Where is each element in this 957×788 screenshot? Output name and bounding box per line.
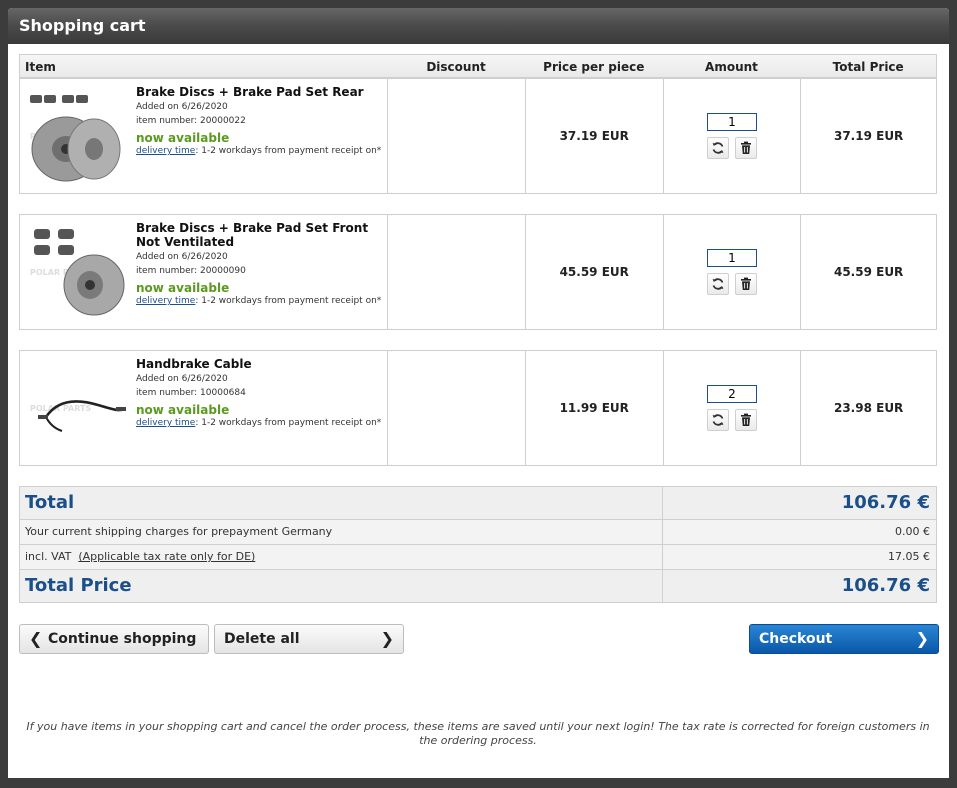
total-label: Total <box>20 487 663 519</box>
delete-all-button[interactable]: Delete all ❯ <box>214 624 404 654</box>
item-info: Handbrake Cable Added on 6/26/2020 item … <box>136 357 384 429</box>
delivery-text: : 1-2 workdays from payment receipt on* <box>195 146 382 156</box>
cart-content: Item Discount Price per piece Amount Tot… <box>8 44 949 654</box>
product-image-handbrake-cable[interactable]: POLAR PARTS <box>28 359 128 459</box>
delivery-text: : 1-2 workdays from payment receipt on* <box>195 418 382 428</box>
shipping-label: Your current shipping charges for prepay… <box>20 520 663 544</box>
column-header-price-per-piece: Price per piece <box>543 60 645 74</box>
trash-icon <box>740 413 751 426</box>
refresh-button[interactable] <box>706 273 729 295</box>
item-number: item number: 20000090 <box>136 266 246 276</box>
refresh-icon <box>712 278 724 290</box>
item-added-date: Added on 6/26/2020 <box>136 374 228 384</box>
discount-cell <box>387 79 525 193</box>
total-price-row: Total Price 106.76 € <box>20 570 936 602</box>
delivery-text: : 1-2 workdays from payment receipt on* <box>195 296 382 306</box>
quantity-input[interactable] <box>706 113 757 131</box>
cart-item-row: POLAR PARTS Handbrake Cable Added on 6/2… <box>19 350 937 466</box>
shipping-value: 0.00 € <box>895 525 930 538</box>
price-per-piece-cell: 45.59 EUR <box>524 215 663 329</box>
amount-cell <box>662 351 801 465</box>
footer-note: If you have items in your shopping cart … <box>26 720 930 747</box>
window-title: Shopping cart <box>8 8 949 44</box>
delete-item-button[interactable] <box>734 273 757 295</box>
item-number: item number: 20000022 <box>136 116 246 126</box>
total-price-value: 106.76 € <box>841 575 930 596</box>
item-info: Brake Discs + Brake Pad Set Rear Added o… <box>136 85 384 157</box>
delete-all-label: Delete all <box>224 631 300 647</box>
total-price-cell: 45.59 EUR <box>800 215 936 329</box>
cart-header-row: Item Discount Price per piece Amount Tot… <box>19 54 937 78</box>
amount-cell <box>662 215 801 329</box>
discount-cell <box>387 351 525 465</box>
item-name[interactable]: Brake Discs + Brake Pad Set Front Not Ve… <box>136 221 384 249</box>
vat-label: incl. VAT (Applicable tax rate only for … <box>20 545 663 569</box>
item-cell: POLAR PARTS Brake Discs + Brake Pad Set … <box>20 215 387 329</box>
item-added-date: Added on 6/26/2020 <box>136 102 228 112</box>
column-header-amount: Amount <box>705 60 758 74</box>
price-per-piece-cell: 37.19 EUR <box>524 79 663 193</box>
cart-actions: ❮ Continue shopping Delete all ❯ Checkou… <box>19 624 939 654</box>
total-price-label: Total Price <box>20 570 663 602</box>
item-info: Brake Discs + Brake Pad Set Front Not Ve… <box>136 221 384 307</box>
vat-prefix: incl. VAT <box>25 550 72 563</box>
amount-cell <box>662 79 801 193</box>
delete-item-button[interactable] <box>734 137 757 159</box>
continue-shopping-label: Continue shopping <box>48 631 197 647</box>
refresh-button[interactable] <box>706 137 729 159</box>
total-price-cell: 23.98 EUR <box>800 351 936 465</box>
item-availability: now available <box>136 131 230 145</box>
product-image-brake-set-front[interactable]: POLAR PARTS <box>28 223 128 323</box>
column-header-total-price: Total Price <box>832 60 904 74</box>
quantity-buttons <box>706 273 757 295</box>
chevron-left-icon: ❮ <box>29 629 43 648</box>
quantity-input[interactable] <box>706 385 757 403</box>
delivery-time-link[interactable]: delivery time <box>136 146 195 156</box>
chevron-right-icon: ❯ <box>380 629 394 648</box>
item-delivery: delivery time: 1-2 workdays from payment… <box>136 418 384 429</box>
shipping-row: Your current shipping charges for prepay… <box>20 520 936 545</box>
delivery-time-link[interactable]: delivery time <box>136 296 195 306</box>
item-name[interactable]: Handbrake Cable <box>136 357 384 371</box>
item-delivery: delivery time: 1-2 workdays from payment… <box>136 296 384 307</box>
quantity-buttons <box>706 137 757 159</box>
shopping-cart-window: Shopping cart Item Discount Price per pi… <box>8 8 949 778</box>
item-availability: now available <box>136 281 230 295</box>
chevron-right-icon: ❯ <box>915 629 929 648</box>
checkout-label: Checkout <box>759 631 833 647</box>
vat-row: incl. VAT (Applicable tax rate only for … <box>20 545 936 570</box>
trash-icon <box>740 277 751 290</box>
trash-icon <box>740 141 751 154</box>
item-cell: POLAR PARTS Handbrake Cable Added on 6/2… <box>20 351 387 465</box>
totals-table: Total 106.76 € Your current shipping cha… <box>19 486 937 603</box>
quantity-input[interactable] <box>706 249 757 267</box>
item-delivery: delivery time: 1-2 workdays from payment… <box>136 146 384 157</box>
cart-item-row: POLAR PARTS Brake Discs + Brake Pad Set … <box>19 214 937 330</box>
continue-shopping-button[interactable]: ❮ Continue shopping <box>19 624 209 654</box>
price-per-piece-cell: 11.99 EUR <box>524 351 663 465</box>
item-availability: now available <box>136 403 230 417</box>
vat-info-link[interactable]: (Applicable tax rate only for DE) <box>78 550 255 563</box>
total-price-cell: 37.19 EUR <box>800 79 936 193</box>
product-image-brake-set-rear[interactable]: POLAR PARTS <box>28 87 128 187</box>
item-added-date: Added on 6/26/2020 <box>136 252 228 262</box>
column-header-item: Item <box>25 60 56 74</box>
total-row: Total 106.76 € <box>20 487 936 520</box>
item-cell: POLAR PARTS Brake Discs + Brake Pad Set … <box>20 79 387 193</box>
item-name[interactable]: Brake Discs + Brake Pad Set Rear <box>136 85 384 99</box>
delivery-time-link[interactable]: delivery time <box>136 418 195 428</box>
checkout-button[interactable]: Checkout ❯ <box>749 624 939 654</box>
refresh-icon <box>712 414 724 426</box>
discount-cell <box>387 215 525 329</box>
delete-item-button[interactable] <box>734 409 757 431</box>
vat-value: 17.05 € <box>888 550 930 563</box>
quantity-buttons <box>706 409 757 431</box>
refresh-button[interactable] <box>706 409 729 431</box>
column-header-discount: Discount <box>426 60 486 74</box>
cart-item-row: POLAR PARTS Brake Discs + Brake Pad Set … <box>19 78 937 194</box>
item-number: item number: 10000684 <box>136 388 246 398</box>
refresh-icon <box>712 142 724 154</box>
total-value: 106.76 € <box>841 492 930 513</box>
